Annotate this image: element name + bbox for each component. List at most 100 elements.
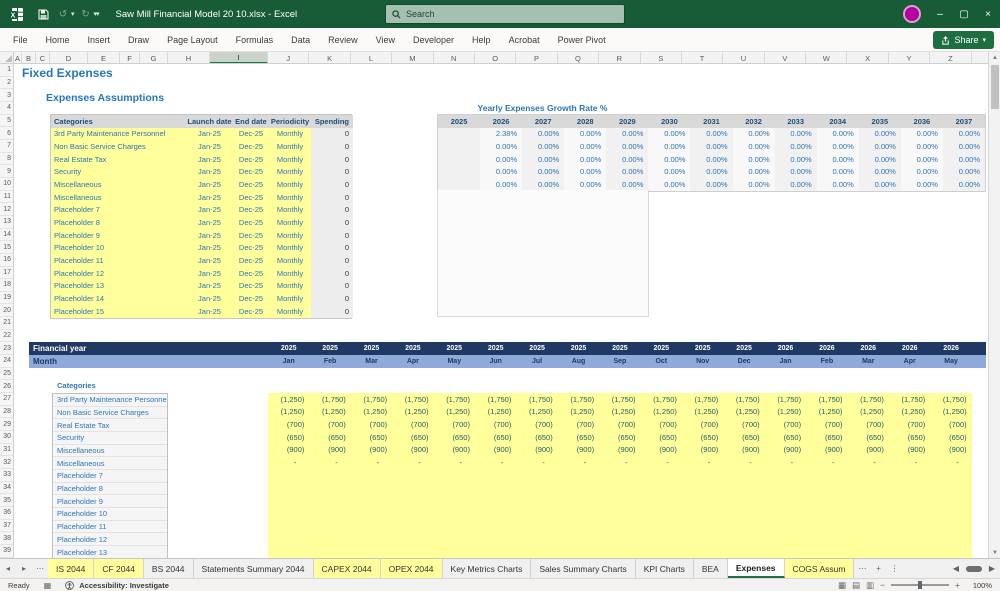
- growth-cell[interactable]: 0.00%: [900, 127, 943, 141]
- assumptions-cell-periodicity[interactable]: Monthly: [269, 280, 311, 293]
- month-cell[interactable]: Jul: [516, 355, 557, 368]
- growth-cell[interactable]: 0.00%: [690, 127, 733, 141]
- monthly-value-cell[interactable]: [806, 545, 847, 558]
- assumptions-cell-end[interactable]: Dec-25: [233, 280, 269, 293]
- row-header-4[interactable]: 4: [0, 102, 13, 115]
- monthly-value-cell[interactable]: [889, 532, 930, 545]
- month-cell[interactable]: Mar: [848, 355, 889, 368]
- monthly-value-cell[interactable]: (900): [434, 444, 475, 457]
- row-header-26[interactable]: 26: [0, 380, 13, 394]
- assumptions-cell-periodicity[interactable]: Monthly: [269, 153, 311, 166]
- growth-cell[interactable]: 0.00%: [522, 152, 565, 166]
- sheet-tab-sales-summary-charts[interactable]: Sales Summary Charts: [531, 559, 636, 578]
- growth-cell[interactable]: 0.00%: [900, 140, 943, 153]
- monthly-value-cell[interactable]: [351, 532, 392, 545]
- monthly-value-cell[interactable]: [475, 545, 516, 558]
- fy-year-cell[interactable]: 2026: [848, 342, 889, 355]
- monthly-value-cell[interactable]: -: [889, 456, 930, 469]
- row-header-30[interactable]: 30: [0, 431, 13, 444]
- monthly-value-cell[interactable]: (700): [847, 418, 888, 431]
- monthly-value-cell[interactable]: -: [847, 456, 888, 469]
- monthly-value-cell[interactable]: (900): [765, 444, 806, 457]
- monthly-value-cell[interactable]: [765, 520, 806, 533]
- row-header-16[interactable]: 16: [0, 254, 13, 267]
- assumptions-row[interactable]: Placeholder 15 Jan-25 Dec-25 Monthly 0: [51, 304, 353, 318]
- growth-cell[interactable]: 0.00%: [942, 165, 986, 179]
- monthly-value-cell[interactable]: [765, 532, 806, 545]
- monthly-value-cell[interactable]: [516, 520, 557, 533]
- monthly-value-cell[interactable]: [351, 469, 392, 482]
- monthly-value-cell[interactable]: (650): [641, 431, 682, 444]
- search-box[interactable]: [385, 4, 625, 24]
- column-header-Q[interactable]: Q: [558, 52, 600, 63]
- ribbon-tab-review[interactable]: Review: [319, 28, 367, 52]
- monthly-value-cell[interactable]: (1,250): [268, 393, 309, 406]
- ribbon-tab-developer[interactable]: Developer: [404, 28, 463, 52]
- monthly-value-cell[interactable]: [682, 507, 723, 520]
- monthly-value-cell[interactable]: [847, 545, 888, 558]
- monthly-value-cell[interactable]: [268, 532, 309, 545]
- monthly-value-cell[interactable]: (650): [889, 431, 930, 444]
- column-header-O[interactable]: O: [475, 52, 517, 63]
- growth-cell[interactable]: 0.00%: [564, 127, 607, 141]
- row-header-32[interactable]: 32: [0, 456, 13, 469]
- growth-cell[interactable]: 0.00%: [648, 140, 691, 153]
- assumptions-cell-spending[interactable]: 0: [311, 304, 353, 318]
- monthly-value-cell[interactable]: [392, 482, 433, 495]
- undo-icon[interactable]: ↺: [54, 5, 72, 23]
- monthly-value-cell[interactable]: [516, 469, 557, 482]
- fy-year-cell[interactable]: 2025: [309, 342, 350, 355]
- sheet-tab-statements-summary-2044[interactable]: Statements Summary 2044: [194, 559, 314, 578]
- monthly-value-cell[interactable]: [682, 520, 723, 533]
- assumptions-cell-spending[interactable]: 0: [311, 292, 353, 305]
- monthly-category[interactable]: Placeholder 11: [53, 521, 167, 534]
- assumptions-cell-category[interactable]: Placeholder 15: [51, 305, 186, 318]
- monthly-value-cell[interactable]: (650): [806, 431, 847, 444]
- growth-year-2027[interactable]: 2027: [522, 115, 565, 128]
- monthly-value-cell[interactable]: -: [475, 456, 516, 469]
- assumptions-cell-periodicity[interactable]: Monthly: [269, 305, 311, 318]
- monthly-value-cell[interactable]: (1,750): [889, 393, 930, 406]
- monthly-value-cell[interactable]: [558, 532, 599, 545]
- growth-cell[interactable]: 2.38%: [480, 127, 523, 141]
- redo-icon[interactable]: ↻: [77, 5, 95, 23]
- sheet-tab-cogs-assum[interactable]: COGS Assum: [784, 559, 855, 578]
- monthly-value-cell[interactable]: [434, 532, 475, 545]
- assumptions-cell-spending[interactable]: 0: [311, 152, 353, 166]
- monthly-value-cell[interactable]: [309, 482, 350, 495]
- monthly-value-cell[interactable]: (900): [392, 444, 433, 457]
- monthly-value-cell[interactable]: [434, 545, 475, 558]
- assumptions-cell-spending[interactable]: 0: [311, 279, 353, 293]
- growth-cell[interactable]: 0.00%: [648, 152, 691, 166]
- monthly-value-cell[interactable]: (1,750): [806, 393, 847, 406]
- column-header-L[interactable]: L: [351, 52, 393, 63]
- monthly-value-cell[interactable]: [392, 507, 433, 520]
- monthly-value-cell[interactable]: [765, 482, 806, 495]
- row-header-28[interactable]: 28: [0, 406, 13, 419]
- growth-cell[interactable]: 0.00%: [606, 165, 649, 179]
- monthly-value-cell[interactable]: [723, 507, 764, 520]
- monthly-value-cell[interactable]: [434, 520, 475, 533]
- zoom-slider-thumb[interactable]: [918, 581, 923, 589]
- monthly-value-cell[interactable]: (900): [889, 444, 930, 457]
- assumptions-cell-end[interactable]: Dec-25: [233, 166, 269, 179]
- monthly-category[interactable]: Placeholder 13: [53, 546, 167, 559]
- monthly-value-cell[interactable]: -: [309, 456, 350, 469]
- view-normal-button[interactable]: ▦: [838, 580, 846, 591]
- save-icon[interactable]: [34, 5, 52, 23]
- assumptions-row[interactable]: Miscellaneous Jan-25 Dec-25 Monthly 0: [51, 178, 353, 191]
- assumptions-row[interactable]: Placeholder 10 Jan-25 Dec-25 Monthly 0: [51, 241, 353, 255]
- macro-record-icon[interactable]: ▦: [44, 581, 52, 590]
- fy-year-cell[interactable]: 2025: [682, 342, 723, 355]
- monthly-value-cell[interactable]: [806, 494, 847, 507]
- monthly-value-cell[interactable]: [475, 507, 516, 520]
- assumptions-cell-spending[interactable]: 0: [311, 127, 353, 141]
- growth-year-2028[interactable]: 2028: [564, 115, 607, 128]
- monthly-value-cell[interactable]: [641, 532, 682, 545]
- growth-cell[interactable]: 0.00%: [732, 140, 775, 153]
- assumptions-row[interactable]: Placeholder 14 Jan-25 Dec-25 Monthly 0: [51, 292, 353, 305]
- row-header-7[interactable]: 7: [0, 140, 13, 153]
- monthly-value-cell[interactable]: -: [765, 456, 806, 469]
- monthly-value-cell[interactable]: -: [806, 456, 847, 469]
- monthly-value-cell[interactable]: [475, 482, 516, 495]
